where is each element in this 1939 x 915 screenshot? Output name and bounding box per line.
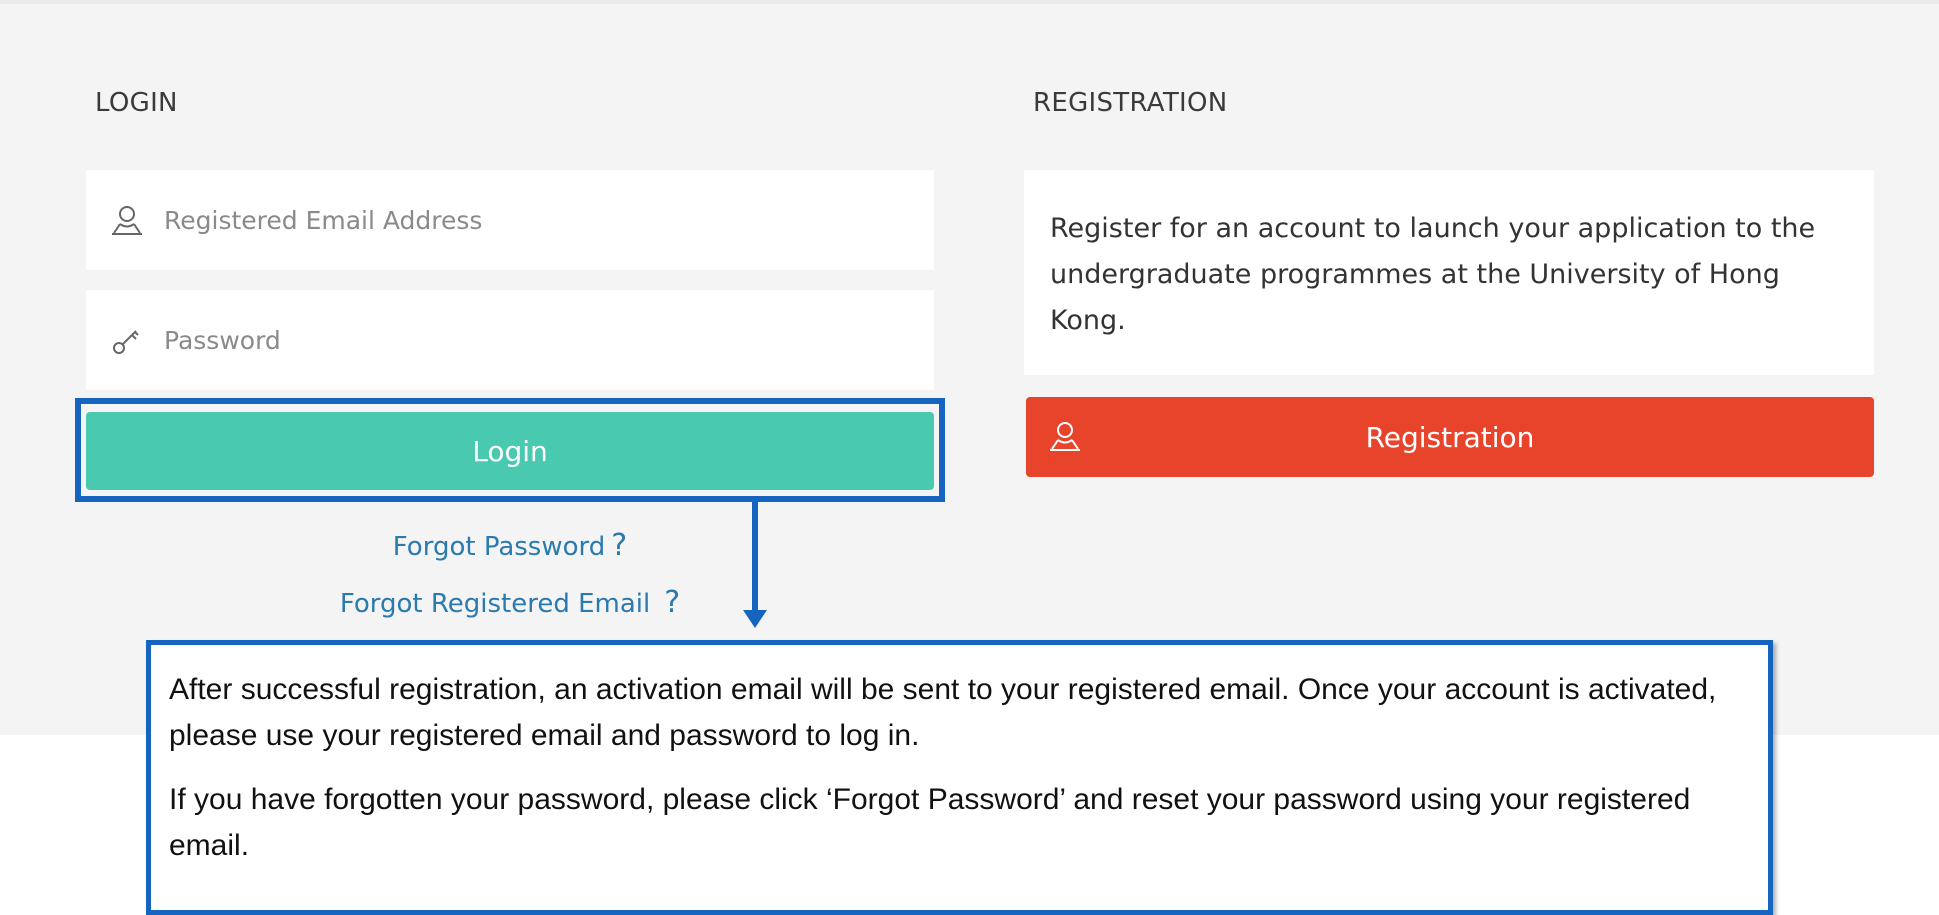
key-icon — [110, 323, 144, 357]
user-icon — [1048, 419, 1082, 453]
page: LOGIN Login Forgot Password? Forgot Regi… — [0, 0, 1939, 915]
callout-paragraph-1: After successful registration, an activa… — [169, 673, 1717, 752]
email-field[interactable] — [86, 170, 934, 270]
user-icon — [110, 203, 144, 237]
callout-paragraph-2: If you have forgotten your password, ple… — [169, 783, 1691, 862]
instruction-callout: After successful registration, an activa… — [146, 640, 1773, 915]
callout-arrow-line — [752, 502, 758, 614]
registration-title: REGISTRATION — [1033, 88, 1228, 118]
forgot-email-link[interactable]: Forgot Registered Email? — [300, 585, 720, 620]
password-field[interactable] — [86, 290, 934, 390]
registration-description: Register for an account to launch your a… — [1024, 170, 1874, 375]
registration-button-label: Registration — [1365, 420, 1535, 454]
forgot-password-link[interactable]: Forgot Password? — [370, 528, 650, 563]
question-mark: ? — [611, 528, 628, 563]
forgot-email-label: Forgot Registered Email — [339, 589, 651, 619]
login-highlight-frame — [75, 398, 945, 502]
callout-arrow-head — [743, 610, 767, 628]
email-input[interactable] — [162, 204, 766, 236]
question-mark: ? — [664, 585, 681, 620]
forgot-password-label: Forgot Password — [392, 532, 606, 562]
top-divider — [0, 0, 1939, 4]
password-input[interactable] — [162, 324, 766, 356]
registration-button[interactable]: Registration — [1026, 397, 1874, 477]
login-title: LOGIN — [95, 88, 178, 118]
registration-description-text: Register for an account to launch your a… — [1050, 213, 1816, 336]
